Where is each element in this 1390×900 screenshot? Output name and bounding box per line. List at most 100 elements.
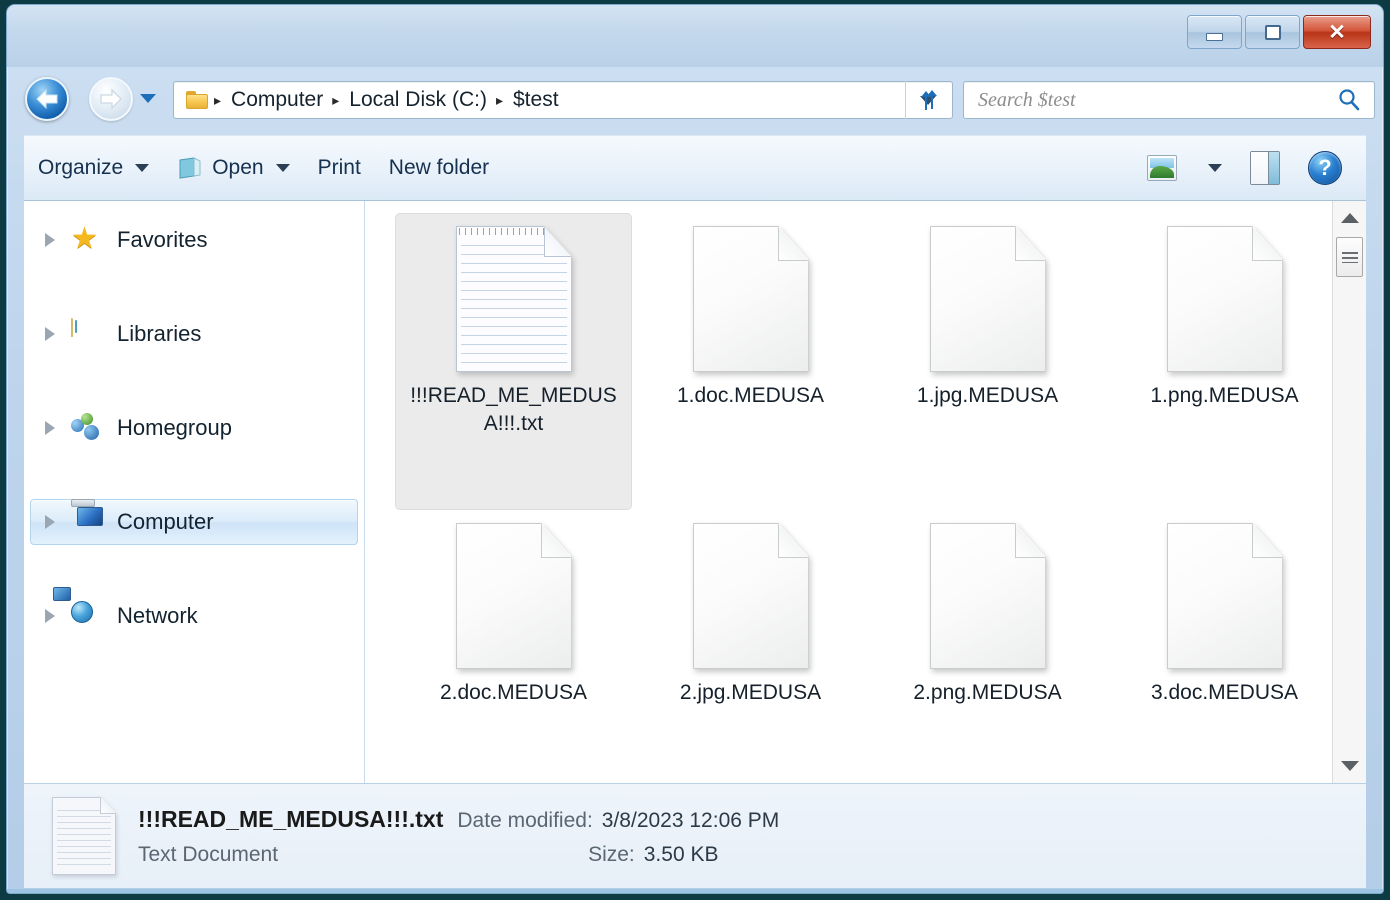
chevron-down-icon bbox=[1208, 164, 1222, 172]
details-date-value: 3/8/2023 12:06 PM bbox=[601, 808, 780, 832]
scroll-up-button[interactable] bbox=[1333, 201, 1366, 235]
change-view-button[interactable] bbox=[1133, 145, 1191, 191]
open-button[interactable]: Open bbox=[163, 145, 303, 191]
breadcrumb-local-disk[interactable]: Local Disk (C:) bbox=[346, 88, 490, 112]
file-name-label: !!!READ_ME_MEDUSA!!!.txt bbox=[410, 384, 617, 435]
expand-arrow-icon[interactable] bbox=[45, 233, 55, 247]
file-item[interactable]: 1.jpg.MEDUSA bbox=[869, 213, 1106, 510]
breadcrumb-separator: ▸ bbox=[214, 91, 222, 108]
file-name-label: 3.doc.MEDUSA bbox=[1150, 681, 1299, 704]
search-input[interactable]: Search $test bbox=[963, 81, 1375, 119]
sidebar-label: Favorites bbox=[117, 227, 208, 252]
generic-file-icon bbox=[692, 226, 809, 372]
scrollbar-thumb[interactable] bbox=[1336, 237, 1363, 277]
sidebar-item-homegroup[interactable]: Homegroup bbox=[30, 405, 358, 451]
text-document-icon bbox=[455, 226, 572, 372]
content-area: ★ Favorites Libraries Homegroup Computer… bbox=[24, 201, 1366, 783]
sidebar-label: Homegroup bbox=[117, 415, 232, 440]
help-button[interactable]: ? bbox=[1294, 145, 1356, 191]
chevron-down-icon bbox=[275, 164, 290, 172]
details-date-label: Date modified: bbox=[457, 808, 593, 832]
generic-file-icon bbox=[929, 226, 1046, 372]
print-button[interactable]: Print bbox=[304, 145, 375, 191]
libraries-icon bbox=[71, 318, 105, 349]
expand-arrow-icon[interactable] bbox=[45, 609, 55, 623]
details-file-type: Text Document bbox=[138, 842, 279, 866]
file-name-label: 2.png.MEDUSA bbox=[913, 681, 1062, 704]
sidebar-item-network[interactable]: Network bbox=[30, 587, 358, 639]
star-icon: ★ bbox=[71, 222, 98, 255]
details-size-label: Size: bbox=[588, 842, 635, 866]
window-bottom-edge bbox=[7, 889, 1383, 893]
window-controls: ✕ bbox=[1187, 15, 1371, 49]
back-arrow-icon bbox=[36, 88, 58, 110]
explorer-window: ✕ ▸ Computer ▸ Local Disk (C:) ▸ $test S… bbox=[6, 4, 1384, 894]
file-item[interactable]: 1.png.MEDUSA bbox=[1106, 213, 1343, 510]
file-item[interactable]: 1.doc.MEDUSA bbox=[632, 213, 869, 510]
refresh-button[interactable] bbox=[905, 81, 951, 119]
sidebar-item-computer[interactable]: Computer bbox=[30, 499, 358, 545]
close-icon: ✕ bbox=[1328, 20, 1346, 44]
generic-file-icon bbox=[1166, 226, 1283, 372]
breadcrumb-test[interactable]: $test bbox=[510, 88, 562, 112]
sidebar-item-favorites[interactable]: ★ Favorites bbox=[30, 217, 358, 263]
close-button[interactable]: ✕ bbox=[1303, 15, 1371, 49]
navigation-row: ▸ Computer ▸ Local Disk (C:) ▸ $test Sea… bbox=[7, 67, 1383, 131]
view-dropdown-button[interactable] bbox=[1191, 145, 1236, 191]
open-label: Open bbox=[212, 156, 264, 179]
print-label: Print bbox=[317, 156, 361, 179]
expand-arrow-icon[interactable] bbox=[45, 421, 55, 435]
expand-arrow-icon[interactable] bbox=[45, 515, 55, 529]
file-grid: !!!READ_ME_MEDUSA!!!.txt 1.doc.MEDUSA 1.… bbox=[395, 213, 1366, 807]
generic-file-icon bbox=[692, 523, 809, 669]
file-list-pane: !!!READ_ME_MEDUSA!!!.txt 1.doc.MEDUSA 1.… bbox=[365, 201, 1366, 783]
address-bar[interactable]: ▸ Computer ▸ Local Disk (C:) ▸ $test bbox=[173, 81, 953, 119]
search-icon[interactable] bbox=[1336, 87, 1362, 113]
search-placeholder: Search $test bbox=[978, 88, 1076, 111]
text-document-icon bbox=[52, 797, 116, 875]
toolbar-right-group: ? bbox=[1133, 145, 1366, 191]
generic-file-icon bbox=[455, 523, 572, 669]
file-name-label: 1.doc.MEDUSA bbox=[676, 384, 825, 407]
details-file-name: !!!READ_ME_MEDUSA!!!.txt bbox=[138, 805, 444, 832]
breadcrumb-computer[interactable]: Computer bbox=[228, 88, 326, 112]
new-folder-button[interactable]: New folder bbox=[375, 145, 503, 191]
preview-pane-button[interactable] bbox=[1236, 145, 1294, 191]
forward-button[interactable] bbox=[89, 77, 133, 121]
details-text-group: !!!READ_ME_MEDUSA!!!.txt Date modified: … bbox=[138, 806, 779, 867]
new-folder-label: New folder bbox=[388, 156, 490, 179]
scroll-up-arrow-icon bbox=[1340, 213, 1359, 223]
computer-icon bbox=[71, 499, 105, 537]
sidebar-item-libraries[interactable]: Libraries bbox=[30, 311, 358, 357]
file-item[interactable]: 3.doc.MEDUSA bbox=[1106, 510, 1343, 807]
file-item[interactable]: !!!READ_ME_MEDUSA!!!.txt bbox=[395, 213, 632, 510]
sidebar-label: Libraries bbox=[117, 321, 202, 346]
navigation-pane: ★ Favorites Libraries Homegroup Computer… bbox=[24, 201, 365, 783]
file-name-label: 2.doc.MEDUSA bbox=[439, 681, 588, 704]
back-button[interactable] bbox=[25, 77, 69, 121]
title-bar: ✕ bbox=[7, 5, 1383, 67]
forward-arrow-icon bbox=[100, 88, 122, 110]
minimize-button[interactable] bbox=[1187, 15, 1242, 49]
vertical-scrollbar[interactable] bbox=[1332, 201, 1366, 783]
organize-button[interactable]: Organize bbox=[24, 145, 163, 191]
file-item[interactable]: 2.png.MEDUSA bbox=[869, 510, 1106, 807]
file-item[interactable]: 2.jpg.MEDUSA bbox=[632, 510, 869, 807]
details-line-secondary: Text Document Size: 3.50 KB bbox=[138, 843, 779, 867]
details-size-value: 3.50 KB bbox=[643, 842, 719, 866]
breadcrumb-separator: ▸ bbox=[495, 91, 503, 108]
network-icon bbox=[53, 587, 105, 631]
details-pane: !!!READ_ME_MEDUSA!!!.txt Date modified: … bbox=[24, 783, 1366, 888]
file-name-label: 2.jpg.MEDUSA bbox=[679, 681, 822, 704]
recent-pages-dropdown[interactable] bbox=[140, 94, 156, 103]
expand-arrow-icon[interactable] bbox=[45, 327, 55, 341]
scrollbar-grip-icon bbox=[1341, 251, 1358, 263]
scrollbar-track[interactable] bbox=[1333, 279, 1366, 749]
maximize-button[interactable] bbox=[1245, 15, 1300, 49]
minimize-icon bbox=[1206, 32, 1223, 41]
scroll-down-button[interactable] bbox=[1333, 749, 1366, 783]
preview-pane-icon bbox=[1250, 151, 1280, 185]
organize-label: Organize bbox=[38, 156, 124, 179]
file-item[interactable]: 2.doc.MEDUSA bbox=[395, 510, 632, 807]
help-icon: ? bbox=[1308, 151, 1342, 185]
